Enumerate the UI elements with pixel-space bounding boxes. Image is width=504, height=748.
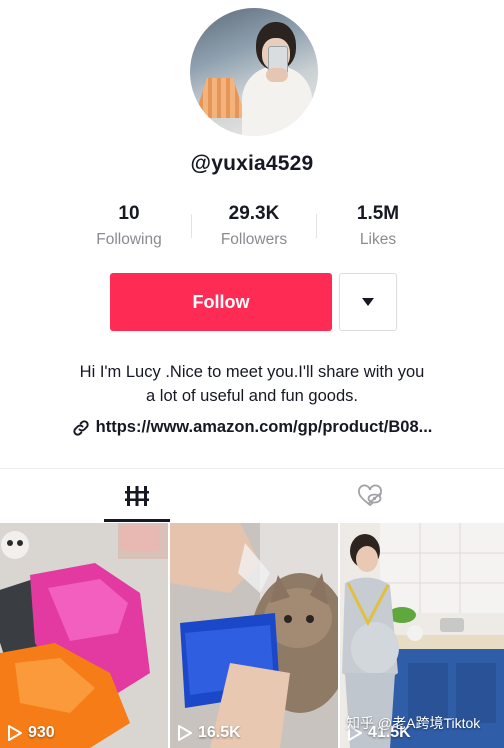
bio-line: Hi I'm Lucy .Nice to meet you.I'll share… <box>79 363 425 381</box>
view-count-value: 930 <box>28 724 55 741</box>
liked-videos-hidden-icon <box>358 484 382 507</box>
profile-avatar[interactable] <box>190 8 318 136</box>
stat-divider <box>191 214 192 238</box>
video-thumbnail[interactable]: 16.5K <box>170 523 338 748</box>
view-count: 930 <box>8 724 55 742</box>
stat-following[interactable]: 10 Following <box>74 202 184 250</box>
stat-divider <box>316 214 317 238</box>
play-icon <box>178 725 192 741</box>
likes-label: Likes <box>359 231 397 248</box>
play-icon <box>8 725 22 741</box>
stat-likes[interactable]: 1.5M Likes <box>323 202 433 250</box>
avatar-lamp <box>194 78 246 118</box>
link-icon <box>72 419 89 436</box>
following-count: 10 <box>118 203 140 224</box>
view-count-value: 16.5K <box>198 724 241 741</box>
videos-grid-icon <box>125 486 149 506</box>
stat-followers[interactable]: 29.3K Followers <box>199 202 309 250</box>
video-cover-toy-cars <box>0 523 168 748</box>
profile-bio: Hi I'm Lucy .Nice to meet you.I'll share… <box>20 360 484 408</box>
watermark: 知乎 @老A跨境Tiktok <box>346 715 481 731</box>
tabs-divider <box>0 468 504 469</box>
followers-label: Followers <box>220 231 288 248</box>
caret-down-icon <box>362 298 374 306</box>
more-options-button[interactable] <box>339 273 397 331</box>
bio-line: a lot of useful and fun goods. <box>146 387 358 405</box>
video-thumbnail[interactable]: 930 <box>0 523 168 748</box>
view-count: 16.5K <box>178 724 241 742</box>
tab-liked[interactable] <box>286 470 454 522</box>
tab-videos[interactable] <box>53 470 221 522</box>
video-cover-kitten <box>170 523 338 748</box>
likes-count: 1.5M <box>356 203 400 224</box>
following-label: Following <box>96 231 162 248</box>
avatar-hand <box>266 68 288 82</box>
follow-button[interactable]: Follow <box>110 273 332 331</box>
active-tab-indicator <box>104 519 170 522</box>
profile-link-text: https://www.amazon.com/gp/product/B08... <box>95 418 433 436</box>
username: @yuxia4529 <box>190 152 314 175</box>
profile-link[interactable]: https://www.amazon.com/gp/product/B08... <box>0 418 504 437</box>
followers-count: 29.3K <box>228 203 280 224</box>
